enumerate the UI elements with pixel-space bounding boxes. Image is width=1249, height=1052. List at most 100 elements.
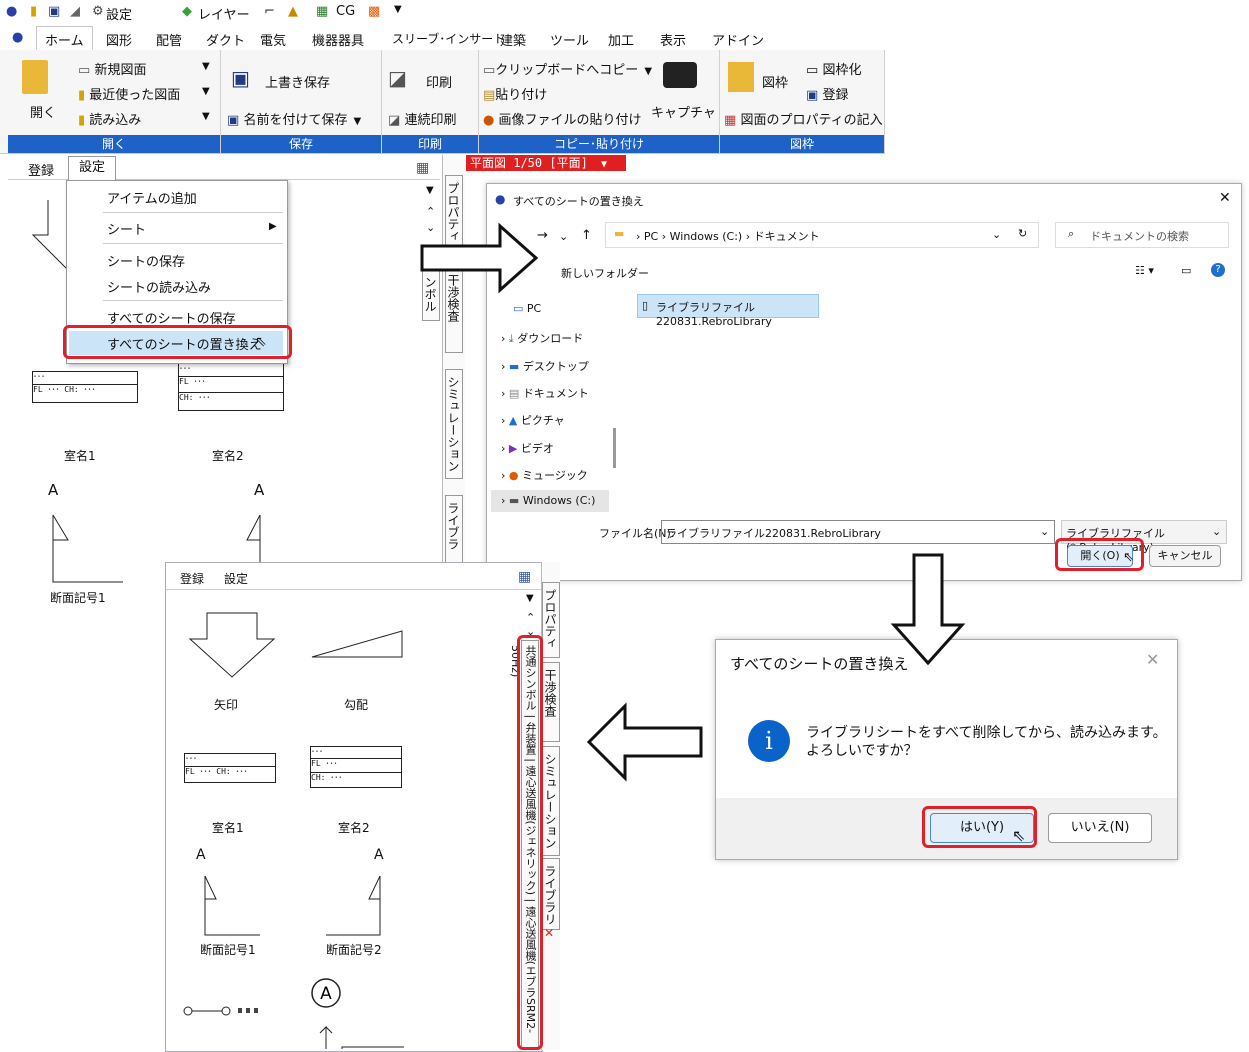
- recent-button[interactable]: ▮ 最近使った図面: [78, 84, 180, 103]
- history-dropdown-icon[interactable]: ⌄: [559, 230, 568, 243]
- tab-shape[interactable]: 図形: [106, 30, 132, 49]
- view-tab-dropdown-icon[interactable]: ▼: [601, 159, 607, 170]
- file-item[interactable]: ▯ ライブラリファイル220831.RebroLibrary: [637, 294, 819, 328]
- capture-button[interactable]: キャプチャ: [651, 102, 716, 121]
- scroll-down-icon[interactable]: ▼: [526, 593, 534, 604]
- tab-view[interactable]: 表示: [660, 30, 686, 49]
- search-box[interactable]: ⌕ ドキュメントの検索: [1055, 222, 1229, 248]
- refresh-icon[interactable]: ↻: [1018, 227, 1027, 240]
- overwrite-save-button[interactable]: 上書き保存: [265, 72, 330, 91]
- copy-clipboard-button[interactable]: ▭クリップボードへコピー ▼: [483, 59, 652, 78]
- help-icon[interactable]: ?: [1211, 263, 1225, 277]
- breadcrumb-documents[interactable]: ドキュメント: [754, 230, 820, 243]
- ruler-icon[interactable]: ⌐: [264, 4, 275, 19]
- chevron-down-icon[interactable]: ▼: [202, 111, 210, 122]
- side-tab-properties[interactable]: プロパティ: [542, 582, 560, 658]
- tree-downloads[interactable]: › ⤓ ダウンロード: [501, 330, 583, 346]
- frame-button[interactable]: 図枠: [762, 72, 788, 91]
- save-as-button[interactable]: ▣ 名前を付けて保存 ▼: [227, 109, 361, 128]
- tab-settings[interactable]: 設定: [68, 156, 116, 180]
- side-tab-interference[interactable]: 干渉検査: [542, 662, 560, 742]
- paste-button[interactable]: ▤貼り付け: [483, 84, 547, 103]
- menu-add-item[interactable]: アイテムの追加: [107, 188, 197, 207]
- cancel-button[interactable]: キャンセル: [1149, 545, 1221, 567]
- tab-duct[interactable]: ダクト: [206, 30, 245, 49]
- no-button[interactable]: いいえ(N): [1048, 813, 1152, 843]
- frameize-button[interactable]: ▭ 図枠化: [806, 59, 861, 78]
- tree-videos[interactable]: › ▶ ビデオ: [501, 440, 554, 456]
- tab-equipment[interactable]: 機器器具: [312, 30, 364, 49]
- tree-desktop[interactable]: › ▬ デスクトップ: [501, 358, 589, 374]
- open-folder-icon[interactable]: ▮: [30, 4, 37, 19]
- chevron-down-icon[interactable]: ▼: [202, 86, 210, 97]
- filetype-dropdown-icon[interactable]: ⌄: [1212, 525, 1221, 538]
- layer-label[interactable]: レイヤー: [198, 4, 250, 23]
- load-button[interactable]: ▮ 読み込み: [78, 109, 141, 128]
- tab2-register[interactable]: 登録: [180, 570, 204, 587]
- address-bar[interactable]: ▬ › PC › Windows (C:) › ドキュメント ⌄ ↻: [605, 222, 1039, 248]
- breadcrumb-pc[interactable]: PC: [644, 230, 658, 243]
- view-options-icon[interactable]: ☷ ▾: [1135, 264, 1154, 277]
- tab-addin[interactable]: アドイン: [712, 30, 764, 49]
- view-tab[interactable]: 平面図 1/50 [平面] ▼: [466, 155, 626, 171]
- grid-view-icon[interactable]: ▦: [518, 569, 531, 585]
- side-tab-simulation[interactable]: シミュレーション: [445, 369, 463, 479]
- new-drawing-label: 新規図面: [94, 63, 147, 78]
- circled-a-text: A: [320, 984, 332, 1004]
- tab-sleeve[interactable]: スリーブ･インサート: [392, 30, 505, 47]
- close-icon[interactable]: ✕: [1146, 650, 1159, 669]
- print-icon[interactable]: ◢: [70, 4, 80, 19]
- tab-tools[interactable]: ツール: [550, 30, 589, 49]
- image-icon[interactable]: ▲: [288, 4, 298, 19]
- save-disk-icon[interactable]: ▣: [48, 4, 60, 19]
- cg-icon[interactable]: ▦: [316, 4, 328, 19]
- drawing-props-button[interactable]: ▦ 図面のプロパティの記入: [724, 109, 883, 128]
- grid-view-icon[interactable]: ▦: [416, 160, 429, 176]
- tree-music[interactable]: › ● ミュージック: [501, 467, 588, 483]
- print-button[interactable]: 印刷: [426, 72, 452, 91]
- tab-home[interactable]: ホーム: [36, 26, 93, 50]
- close-icon[interactable]: ✕: [1219, 190, 1231, 206]
- address-dropdown-icon[interactable]: ⌄: [992, 228, 1001, 241]
- render-icon[interactable]: ▩: [368, 4, 380, 19]
- breadcrumb-drive[interactable]: Windows (C:): [670, 230, 743, 243]
- scroll-up-icon[interactable]: ⌃: [526, 611, 535, 624]
- layer-icon[interactable]: ◆: [182, 4, 192, 19]
- menu-sheet[interactable]: シート: [107, 219, 146, 238]
- register-button[interactable]: ▣ 登録: [806, 84, 848, 103]
- tree-pc[interactable]: ▭ PC: [513, 302, 541, 315]
- cg-label[interactable]: CG: [336, 4, 355, 19]
- continuous-print-button[interactable]: ◪ 連続印刷: [388, 109, 456, 128]
- settings-label[interactable]: 設定: [106, 4, 132, 23]
- filename-dropdown-icon[interactable]: ⌄: [1040, 525, 1049, 538]
- save-as-label: 名前を付けて保存: [243, 113, 348, 128]
- tree-windows-c[interactable]: › ▬ Windows (C:): [491, 490, 609, 512]
- menu-save-sheet[interactable]: シートの保存: [107, 251, 185, 270]
- qa-dropdown-icon[interactable]: ▼: [394, 4, 402, 15]
- paste-image-button[interactable]: ● 画像ファイルの貼り付け: [483, 109, 642, 128]
- preview-pane-icon[interactable]: ▭: [1181, 264, 1191, 277]
- tree-documents[interactable]: › ▤ ドキュメント: [501, 385, 589, 401]
- close-library-icon[interactable]: ✕: [544, 926, 554, 940]
- tree-pictures[interactable]: › ▲ ピクチャ: [501, 412, 565, 428]
- scroll-down-icon[interactable]: ▼: [426, 185, 434, 196]
- menu-load-sheet[interactable]: シートの読み込み: [107, 277, 211, 296]
- filename-input[interactable]: ライブラリファイル220831.RebroLibrary ⌄: [661, 520, 1055, 544]
- tab-processing[interactable]: 加工: [608, 30, 634, 49]
- file-menu-icon[interactable]: ●: [12, 30, 23, 45]
- open-button[interactable]: 開く: [30, 102, 56, 121]
- new-drawing-button[interactable]: ▭ 新規図面: [78, 59, 146, 78]
- new-folder-button[interactable]: 新しいフォルダー: [561, 265, 649, 281]
- tab2-settings[interactable]: 設定: [224, 570, 248, 587]
- up-icon[interactable]: ↑: [581, 228, 592, 243]
- scroll-up-icon[interactable]: ⌃: [426, 205, 435, 218]
- tree-scrollbar[interactable]: [613, 428, 616, 468]
- tab-piping[interactable]: 配管: [156, 30, 182, 49]
- side-tab-library[interactable]: ライブラリ: [542, 858, 560, 930]
- tab-architecture[interactable]: 建築: [500, 30, 526, 49]
- chevron-down-icon[interactable]: ▼: [202, 61, 210, 72]
- tab-electric[interactable]: 電気: [260, 30, 286, 49]
- tab-register[interactable]: 登録: [28, 160, 54, 179]
- gear-icon[interactable]: ⚙: [92, 4, 104, 19]
- side-tab-simulation[interactable]: シミュレーション: [542, 746, 560, 856]
